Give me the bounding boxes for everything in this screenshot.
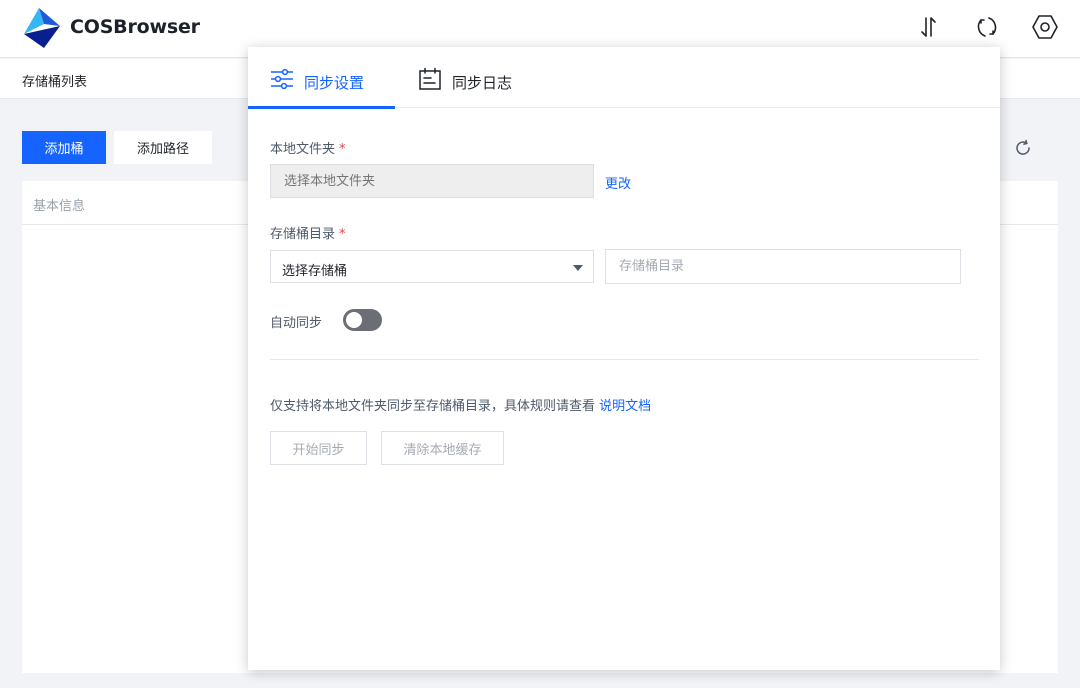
start-sync-button[interactable]: 开始同步 xyxy=(270,431,367,465)
tab-sync-settings-label: 同步设置 xyxy=(304,74,365,92)
settings-icon[interactable] xyxy=(1030,12,1060,42)
tab-sync-log[interactable]: 同步日志 xyxy=(418,47,528,108)
bucket-dir-label: 存储桶目录 * xyxy=(270,227,346,242)
column-header-basic-info: 基本信息 xyxy=(33,199,86,214)
calendar-log-icon xyxy=(419,67,441,90)
auto-sync-toggle[interactable] xyxy=(343,309,382,331)
tab-sync-log-label: 同步日志 xyxy=(452,74,513,92)
required-mark: * xyxy=(339,142,346,157)
add-path-button[interactable]: 添加路径 xyxy=(114,131,212,164)
auto-sync-label: 自动同步 xyxy=(270,316,323,331)
page-title: 存储桶列表 xyxy=(22,75,88,90)
sync-icon[interactable] xyxy=(972,12,1002,42)
refresh-icon[interactable] xyxy=(1013,138,1033,158)
add-bucket-button[interactable]: 添加桶 xyxy=(22,131,106,164)
bucket-dir-input[interactable] xyxy=(605,249,961,284)
cos-logo-icon xyxy=(24,8,60,48)
required-mark: * xyxy=(339,227,346,242)
doc-link[interactable]: 说明文档 xyxy=(599,399,651,414)
clear-cache-button[interactable]: 清除本地缓存 xyxy=(381,431,504,465)
sync-rules-note: 仅支持将本地文件夹同步至存储桶目录，具体规则请查看 说明文档 xyxy=(270,399,652,414)
local-folder-label: 本地文件夹 * xyxy=(270,142,346,157)
local-folder-input[interactable] xyxy=(270,164,594,198)
bucket-select-value: 选择存储桶 xyxy=(282,264,348,279)
toggle-knob xyxy=(346,312,362,328)
sync-panel: 同步设置 同步日志 本地文件夹* 更改 存储桶目录* 选择存储桶 xyxy=(248,47,1000,670)
bucket-select[interactable]: 选择存储桶 xyxy=(270,250,594,283)
divider xyxy=(270,359,979,360)
app-window: COSBrowser 存储桶列表 添加桶 添加路径 基本信息 同步设置 同步日志… xyxy=(0,0,1080,688)
transfer-icon[interactable] xyxy=(914,12,944,42)
brand-name: COSBrowser xyxy=(70,16,200,38)
chevron-down-icon xyxy=(573,265,583,271)
tab-sync-settings[interactable]: 同步设置 xyxy=(248,47,395,109)
sliders-icon xyxy=(271,68,293,90)
change-folder-link[interactable]: 更改 xyxy=(605,173,631,192)
sync-panel-tabs: 同步设置 同步日志 xyxy=(248,47,1000,109)
